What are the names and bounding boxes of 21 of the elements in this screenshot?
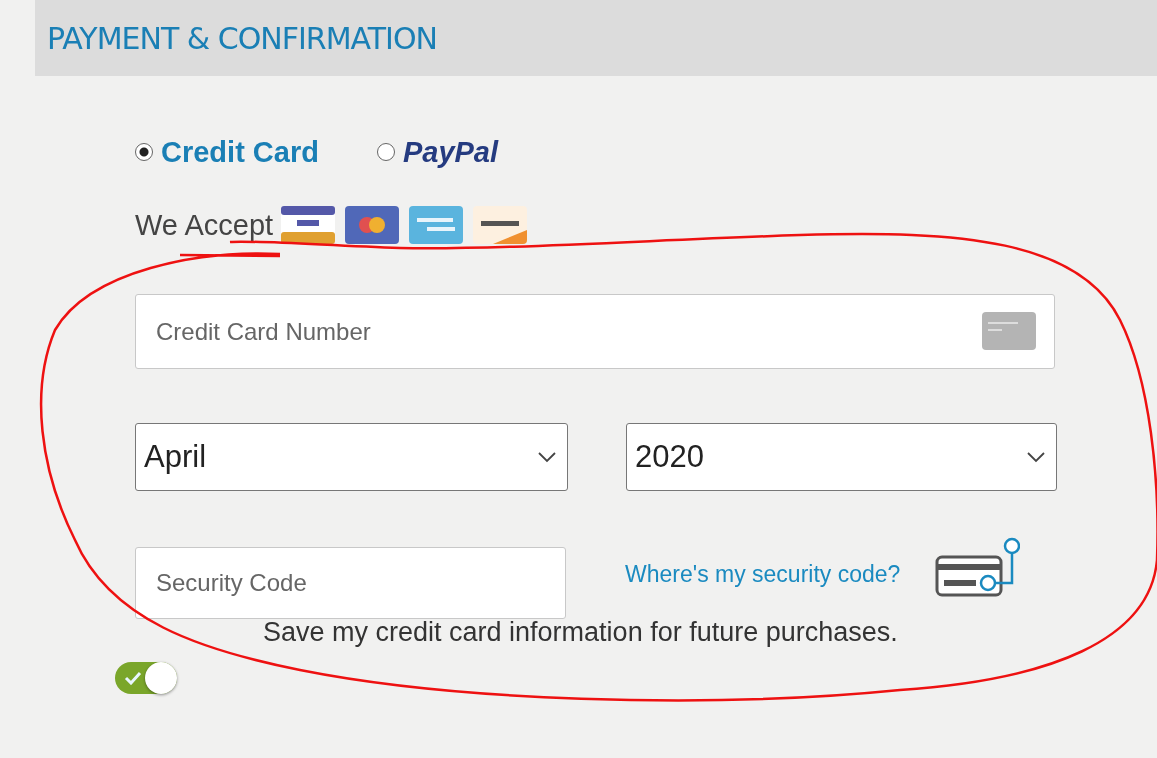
payment-option[interactable]: Credit Card [135, 135, 319, 169]
card-logo-icon [409, 206, 464, 244]
chevron-down-icon [1026, 451, 1046, 463]
chevron-down-icon [537, 451, 557, 463]
check-icon [124, 671, 142, 685]
section-title: PAYMENT & CONFIRMATION [47, 20, 438, 56]
card-logo-icon [345, 206, 400, 244]
radio-button[interactable] [135, 143, 153, 161]
card-logo-icon [473, 206, 528, 244]
credit-card-icon [982, 312, 1036, 350]
security-code-field[interactable]: Security Code [135, 547, 566, 619]
year-select[interactable]: 2020 [626, 423, 1057, 491]
card-logo-icon [281, 206, 336, 244]
card-number-field[interactable]: Credit Card Number [135, 294, 1055, 369]
accept-label: We Accept [135, 208, 274, 242]
save-card-toggle[interactable] [115, 662, 177, 694]
radio-button[interactable] [376, 143, 395, 161]
payment-option[interactable]: PayPal [376, 135, 499, 169]
month-select[interactable]: April [135, 423, 568, 491]
card-back-icon [934, 537, 1021, 599]
save-card-label: Save my credit card information for future purchases. [263, 617, 898, 648]
